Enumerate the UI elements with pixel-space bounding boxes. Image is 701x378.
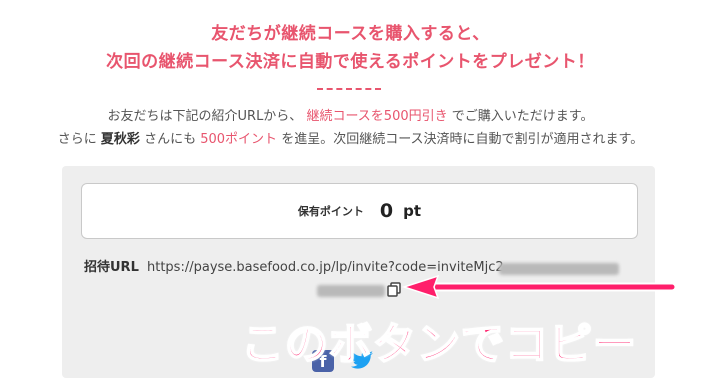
points-unit: pt — [403, 202, 422, 220]
redacted-url-part — [499, 263, 619, 275]
divider — [317, 88, 381, 90]
points-value: 0 — [379, 200, 394, 222]
invite-url-label: 招待URL — [84, 260, 139, 275]
description-text: さらに — [57, 132, 97, 147]
description-line-2: さらに 夏秋彩 さんにも 500ポイント を進呈。次回継続コース決済時に自動で割… — [0, 128, 701, 147]
annotation-copy-instruction: このボタンでコピー — [240, 319, 637, 371]
invite-url[interactable]: https://payse.basefood.co.jp/lp/invite?c… — [147, 260, 504, 275]
description-text: でご購入いただけます。 — [451, 109, 594, 124]
description-text: お友だちは下記の紹介URLから、 — [107, 109, 303, 124]
discount-highlight: 継続コースを500円引き — [306, 109, 448, 124]
headline-line-1: 友だちが継続コースを購入すると、 — [211, 24, 490, 44]
points-box: 保有ポイント 0 pt — [81, 183, 638, 239]
description-line-1: お友だちは下記の紹介URLから、 継続コースを500円引き でご購入いただけます… — [0, 105, 701, 124]
user-name: 夏秋彩 — [100, 132, 140, 147]
copy-icon[interactable] — [385, 281, 403, 299]
redacted-url-part — [317, 285, 385, 297]
points-highlight: 500ポイント — [200, 132, 278, 147]
description-text: さんにも — [144, 132, 197, 147]
points-label: 保有ポイント — [297, 205, 364, 218]
headline-line-2: 次回の継続コース決済に自動で使えるポイントをプレゼント！ — [106, 52, 595, 72]
description-text: を進呈。次回継続コース決済時に自動で割引が適用されます。 — [281, 132, 644, 147]
